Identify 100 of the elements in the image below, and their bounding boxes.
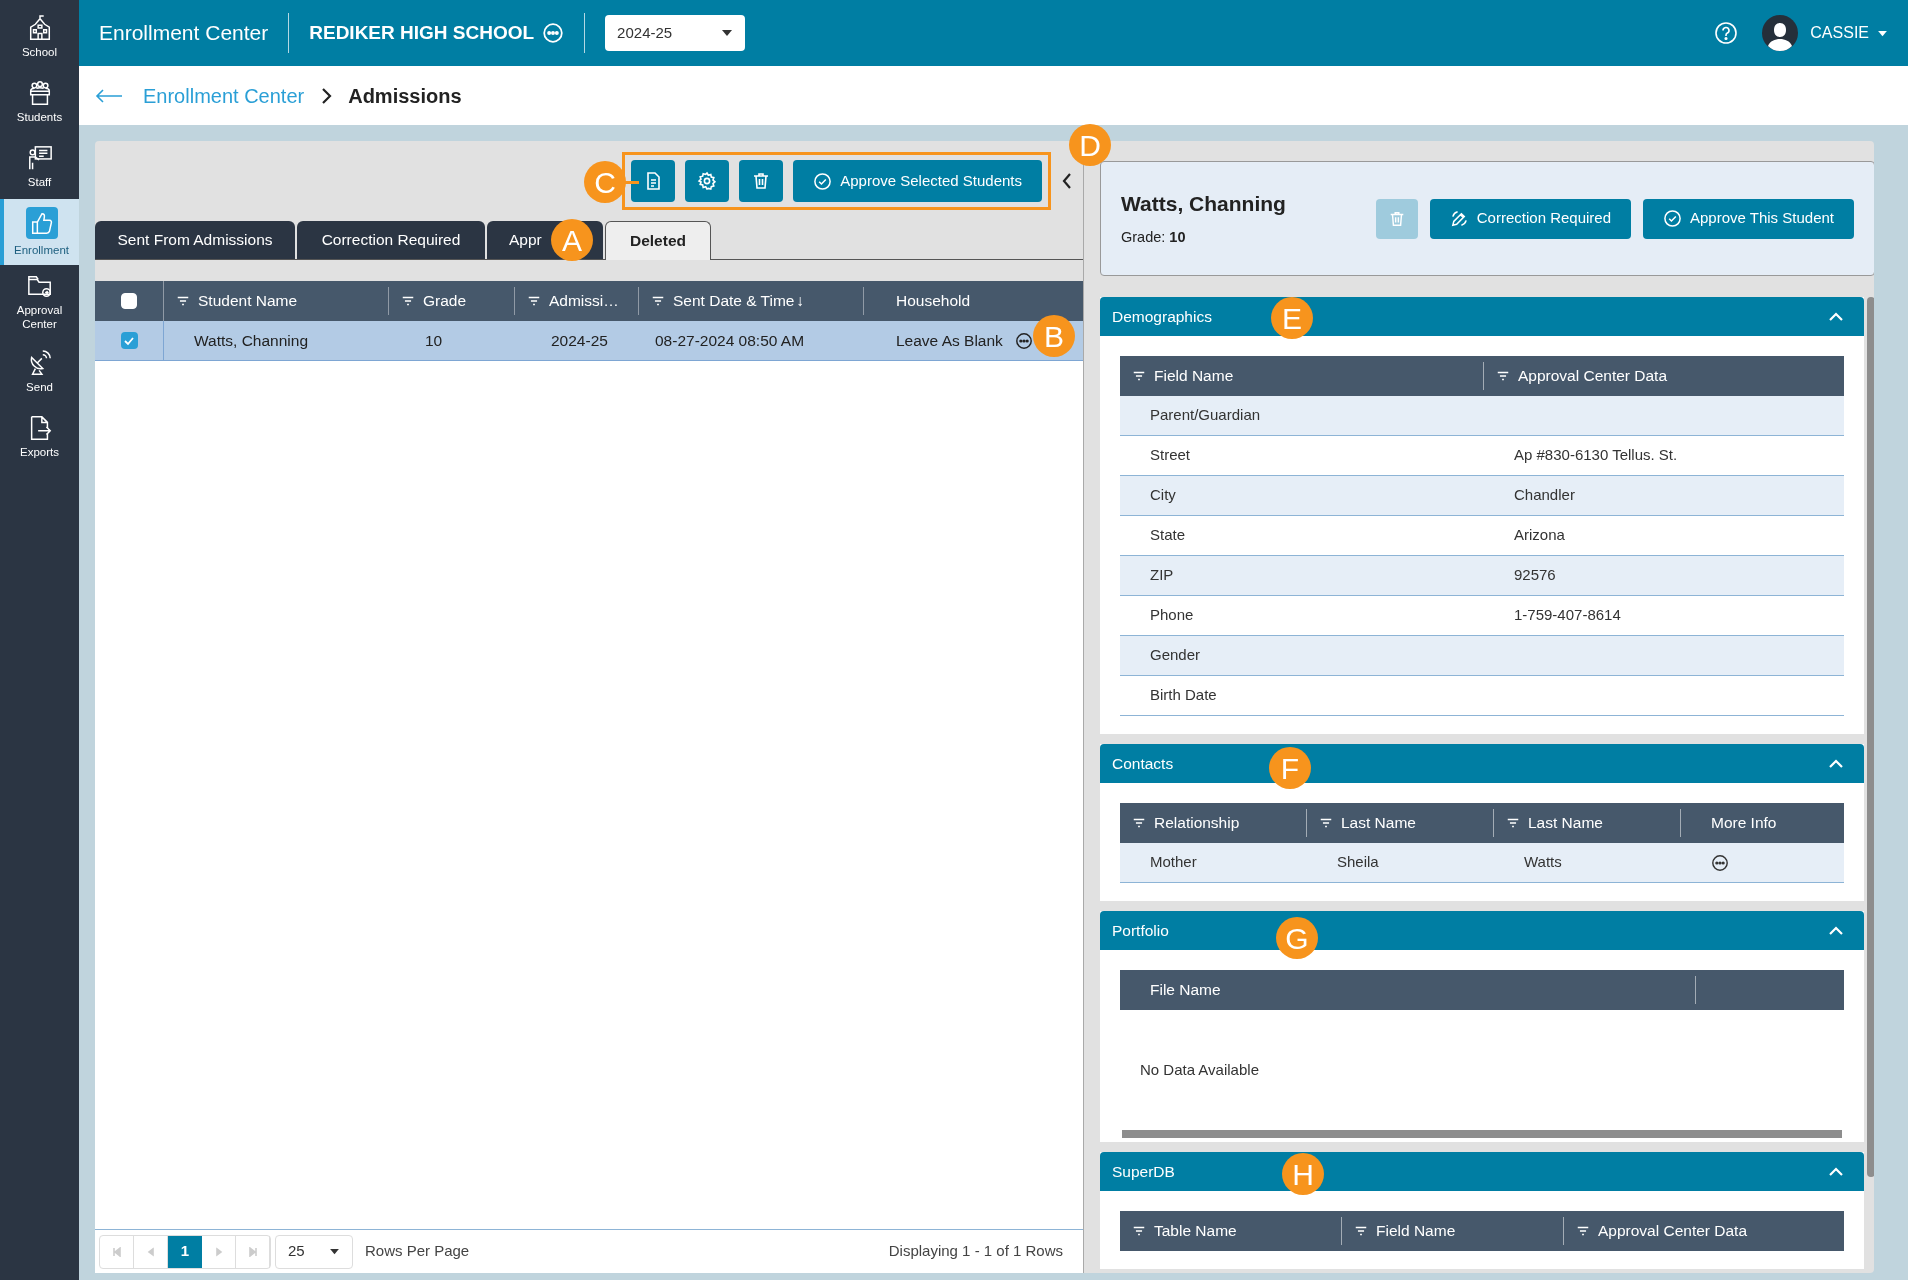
table-cell: City [1150,486,1176,504]
folder-icon [26,273,53,299]
column-header[interactable]: Field Name [1154,364,1234,388]
sidebar-item[interactable]: Students [0,69,79,134]
rows-per-page-label: Rows Per Page [365,1241,470,1262]
settings-button[interactable] [685,160,730,202]
user-menu[interactable]: CASSIE [1810,21,1888,45]
school-name: REDIKER HIGH SCHOOL [309,20,535,45]
more-icon[interactable] [1014,331,1033,350]
sidebar-item[interactable]: Staff [0,134,79,199]
tab[interactable]: Correction Required [297,221,485,259]
sidebar-item[interactable]: Approval Center [0,265,79,339]
filter-icon[interactable] [1354,1224,1368,1238]
table-cell: 1-759-407-8614 [1514,606,1621,624]
filter-icon[interactable] [1132,1224,1146,1238]
table-cell-text: Leave As Blank [896,330,1003,351]
column-header[interactable]: Grade [423,289,467,313]
column-header[interactable]: Admissi… [549,289,619,313]
select-all-checkbox[interactable] [121,293,137,309]
year-dropdown[interactable]: 2024-25 [605,15,746,51]
rows-per-page-dropdown[interactable]: 25 [275,1234,353,1269]
table-cell: ZIP [1150,566,1174,584]
filter-icon[interactable] [1132,816,1146,830]
column-header[interactable]: Approval Center Data [1598,1219,1748,1243]
filter-icon[interactable] [1319,816,1333,830]
caret-icon [1877,29,1888,37]
sidebar-item[interactable]: School [0,4,79,69]
column-header[interactable]: Student Name [198,289,298,313]
pagination-summary: Displaying 1 - 1 of 1 Rows [888,1241,1063,1262]
row-checkbox[interactable] [120,332,138,349]
filter-icon[interactable] [527,294,541,308]
breadcrumb-current: Admissions [348,83,462,109]
table-cell-text: Watts, Channing [194,330,308,351]
next-page-icon [213,1246,224,1257]
column-header[interactable]: Table Name [1154,1219,1237,1243]
table-cell: Birth Date [1150,686,1217,704]
column-header[interactable]: Sent Date & Time [673,289,795,313]
sidebar-item[interactable]: Exports [0,404,79,469]
table-cell: Watts [1524,853,1562,871]
filter-icon[interactable] [1506,816,1520,830]
filter-icon[interactable] [651,294,665,308]
back-arrow-icon[interactable] [95,87,123,104]
chevron-right-icon [320,86,333,105]
check-circle-icon [813,171,833,191]
settings-icon [697,171,718,191]
student-name: Watts, Channing [1121,190,1287,217]
sidebar-item[interactable]: Send [0,339,79,404]
sidebar-item[interactable]: Enrollment [0,199,79,265]
app-title: Enrollment Center [99,13,290,53]
table-cell: 92576 [1514,566,1556,584]
grade-text: Grade: 10 [1121,228,1187,248]
column-header[interactable]: Last Name [1528,811,1603,835]
table-cell: Gender [1150,646,1201,664]
column-header[interactable]: More Info [1711,811,1777,835]
avatar-icon [1762,15,1799,51]
approve-student-button[interactable]: Approve This Student [1643,198,1854,239]
column-header[interactable]: Approval Center Data [1518,364,1668,388]
help-icon[interactable] [1714,21,1739,45]
column-header[interactable]: Household [896,289,971,313]
collapse-chevron-icon[interactable] [1061,172,1073,190]
document-button[interactable] [631,160,676,202]
tab[interactable]: Deleted [605,221,711,260]
table-cell: Arizona [1514,526,1565,544]
column-header[interactable]: Relationship [1154,811,1240,835]
column-header[interactable]: File Name [1150,978,1221,1002]
trash-button[interactable] [739,160,784,202]
horizontal-scrollbar[interactable] [1122,1130,1842,1138]
column-header[interactable]: Last Name [1341,811,1416,835]
filter-icon[interactable] [1132,369,1146,383]
last-page-icon [247,1246,258,1257]
caret-icon [329,1248,340,1255]
table-cell: Sheila [1337,853,1379,871]
filter-icon[interactable] [401,294,415,308]
table-cell: Ap #830-6130 Tellus. St. [1514,446,1678,464]
approve-selected-button[interactable]: Approve Selected Students [793,160,1042,202]
check-circle-icon [1663,209,1682,228]
caret-icon [721,29,734,37]
filter-icon[interactable] [1496,369,1510,383]
table-cell: Parent/Guardian [1150,406,1261,424]
page-button[interactable]: 1 [168,1235,202,1268]
chevron-up-icon [1828,925,1844,936]
filter-icon[interactable] [176,294,190,308]
tab[interactable]: Sent From Admissions [95,221,295,259]
more-icon[interactable] [1711,853,1729,872]
scrollbar[interactable] [1867,297,1874,1177]
chevron-up-icon [1828,758,1844,769]
table-cell-text: 08-27-2024 08:50 AM [655,330,805,351]
table-cell-text: 10 [425,330,443,351]
table-cell: Mother [1150,853,1197,871]
more-icon[interactable] [542,22,565,44]
table-cell: Chandler [1514,486,1575,504]
chevron-up-icon [1828,1166,1844,1177]
sort-indicator[interactable]: ↓ [796,289,805,313]
filter-icon[interactable] [1576,1224,1590,1238]
table-cell-text: 2024-25 [551,330,608,351]
chevron-up-icon [1828,311,1844,322]
correction-required-button[interactable]: Correction Required [1429,198,1631,239]
table-cell: Street [1150,446,1191,464]
empty-message: No Data Available [1140,1059,1259,1080]
column-header[interactable]: Field Name [1376,1219,1456,1243]
